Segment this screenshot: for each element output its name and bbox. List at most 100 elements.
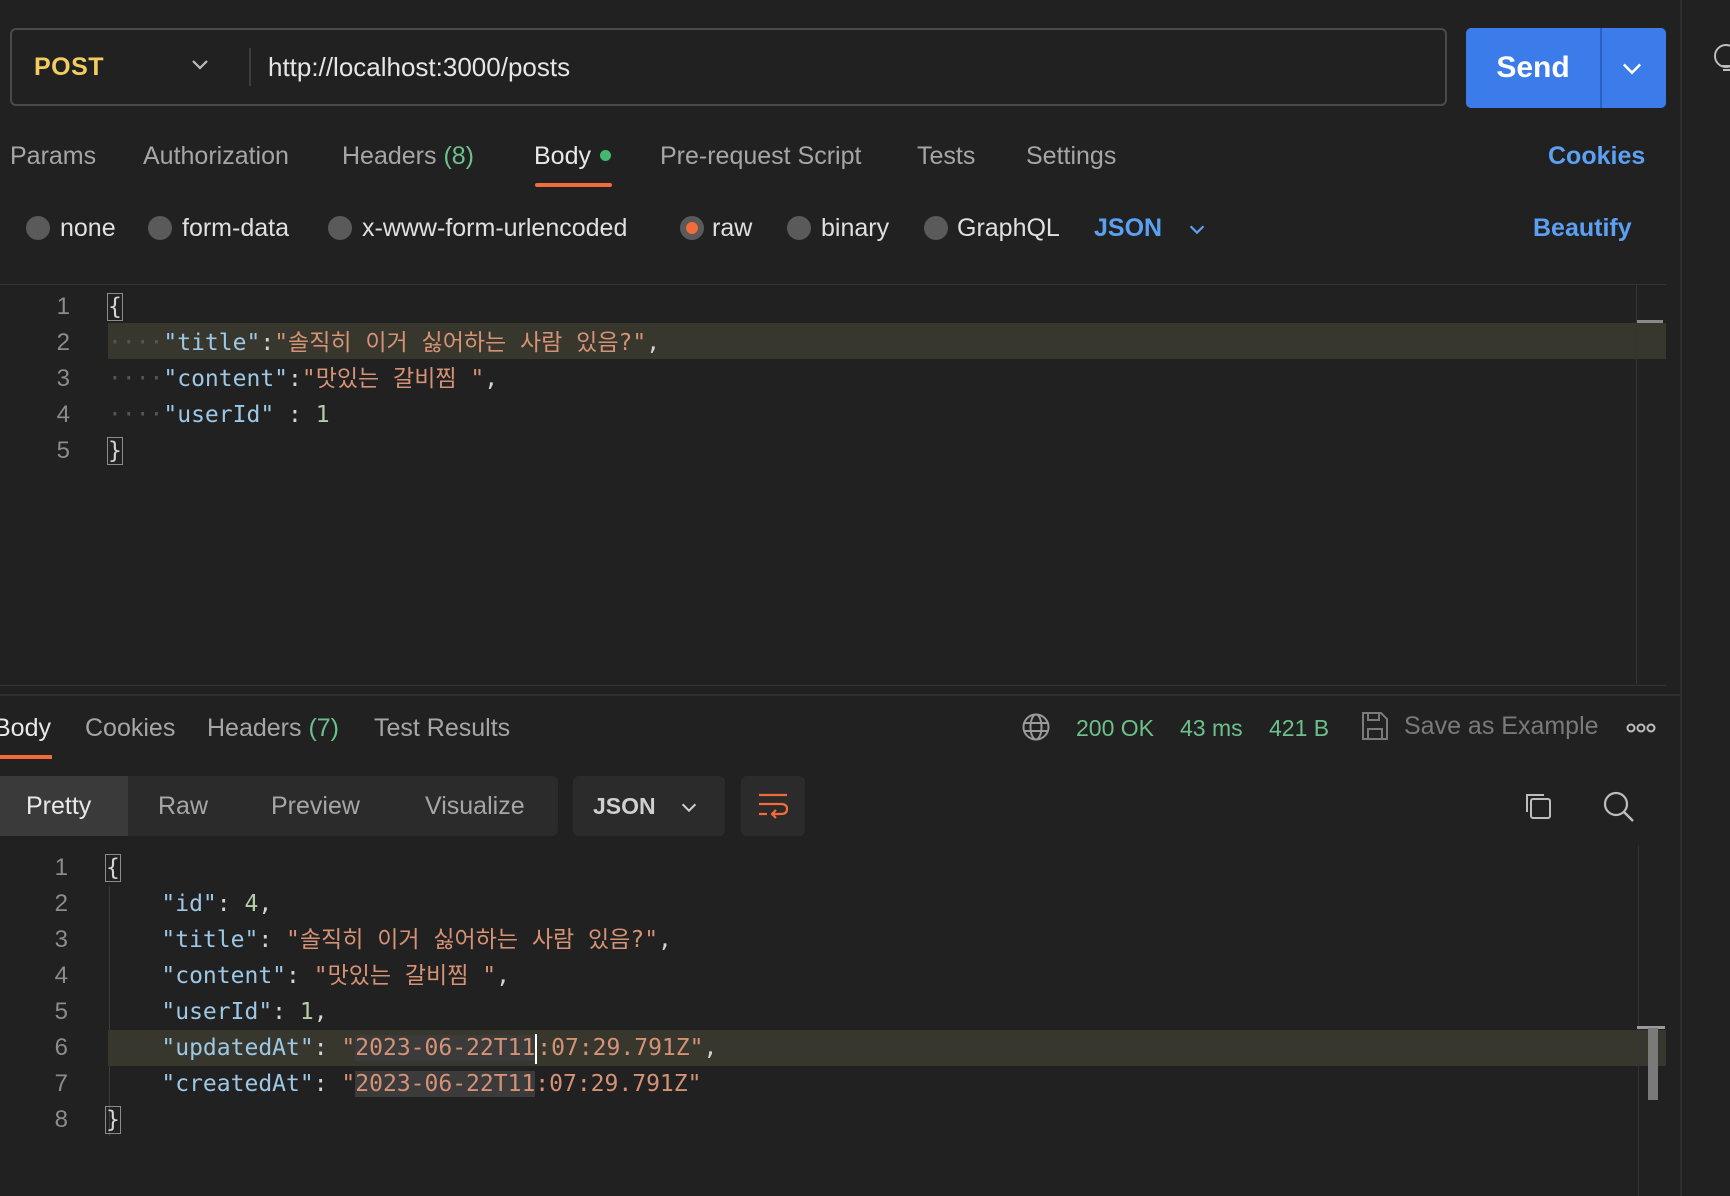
scrollbar-thumb[interactable]: [1648, 1028, 1658, 1100]
lightbulb-icon[interactable]: [1708, 40, 1730, 76]
json-key: "content": [163, 366, 289, 392]
json-number: 1: [299, 999, 314, 1025]
format-select[interactable]: JSON: [573, 776, 725, 836]
cookies-link[interactable]: Cookies: [1548, 138, 1645, 174]
tab-settings[interactable]: Settings: [1026, 138, 1116, 174]
tab-tests[interactable]: Tests: [917, 138, 975, 174]
json-number: 1: [315, 402, 330, 428]
wrap-lines-icon: [759, 793, 789, 819]
response-body-viewer[interactable]: 1 2 3 4 5 6 7 8 { "id": 4, "title": "솔직히…: [0, 846, 1666, 1196]
response-time[interactable]: 43 ms: [1180, 710, 1243, 746]
send-button[interactable]: Send: [1466, 28, 1666, 108]
code-line-1: {: [105, 850, 121, 886]
line-number: 1: [54, 854, 68, 881]
chevron-down-icon[interactable]: [188, 52, 212, 76]
json-string: "맛있는 갈비찜 ": [301, 366, 485, 392]
code-line-4: ····"userId" : 1: [108, 402, 330, 428]
url-input[interactable]: http://localhost:3000/posts: [268, 30, 570, 104]
json-key: "userId": [161, 999, 273, 1025]
json-string: :07:29.791Z": [537, 1035, 704, 1061]
save-icon[interactable]: [1360, 710, 1390, 742]
close-brace: }: [107, 437, 123, 465]
view-tab-pretty[interactable]: Pretty: [26, 776, 91, 836]
json-key: "userId": [163, 402, 275, 428]
scrollbar-track[interactable]: [1636, 284, 1637, 684]
save-as-example-button[interactable]: Save as Example: [1404, 708, 1599, 744]
line-number: 2: [54, 890, 68, 917]
radio-urlencoded[interactable]: [328, 216, 352, 240]
view-tab-preview[interactable]: Preview: [271, 776, 360, 836]
radio-graphql[interactable]: [924, 216, 948, 240]
sidebar-border: [1680, 0, 1682, 1196]
selected-text: 2023-06-22T11: [355, 1071, 536, 1097]
view-tab-raw[interactable]: Raw: [158, 776, 208, 836]
radio-raw-label[interactable]: raw: [712, 210, 752, 246]
radio-binary[interactable]: [787, 216, 811, 240]
chevron-down-icon: [681, 803, 697, 813]
code-line-4: "content": "맛있는 갈비찜 ",: [161, 963, 510, 989]
radio-raw[interactable]: [680, 216, 704, 240]
send-separator: [1600, 28, 1602, 108]
chevron-down-icon[interactable]: [1186, 218, 1208, 240]
code-line-3: "title": "솔직히 이거 싫어하는 사람 있음?",: [161, 927, 672, 953]
response-tab-cookies[interactable]: Cookies: [85, 710, 175, 746]
json-string: "솔직히 이거 싫어하는 사람 있음?": [274, 330, 647, 356]
scrollbar-thumb[interactable]: [1637, 320, 1663, 323]
radio-form-data-label[interactable]: form-data: [182, 210, 289, 246]
copy-icon[interactable]: [1522, 790, 1554, 822]
tab-pre-request-script[interactable]: Pre-request Script: [660, 138, 861, 174]
response-tab-headers-count: (7): [308, 714, 340, 742]
tab-params[interactable]: Params: [10, 138, 96, 174]
code-line-3: ····"content":"맛있는 갈비찜 ",: [108, 366, 499, 392]
more-options-icon[interactable]: [1626, 718, 1656, 738]
radio-none[interactable]: [26, 216, 50, 240]
line-number: 6: [54, 1034, 68, 1061]
request-body-editor[interactable]: 1 2 3 4 5 { ····"title":"솔직히 이거 싫어하는 사람 …: [0, 284, 1666, 686]
response-tab-headers-label: Headers: [207, 714, 302, 742]
line-number: 2: [56, 329, 70, 356]
status-code[interactable]: 200 OK: [1076, 710, 1154, 746]
wrap-lines-button[interactable]: [741, 776, 805, 836]
view-tab-visualize[interactable]: Visualize: [425, 776, 525, 836]
url-bar: POST http://localhost:3000/posts: [10, 28, 1447, 106]
method-select[interactable]: POST: [34, 30, 104, 104]
open-brace: {: [107, 293, 123, 321]
code-line-2: "id": 4,: [161, 891, 273, 917]
code-line-2: ····"title":"솔직히 이거 싫어하는 사람 있음?",: [108, 330, 661, 356]
radio-urlencoded-label[interactable]: x-www-form-urlencoded: [362, 210, 627, 246]
close-brace: }: [105, 1106, 121, 1134]
pane-divider[interactable]: [0, 694, 1680, 696]
line-number: 3: [56, 365, 70, 392]
json-string: "솔직히 이거 싫어하는 사람 있음?": [286, 927, 659, 953]
send-label[interactable]: Send: [1466, 28, 1600, 108]
language-select[interactable]: JSON: [1094, 210, 1162, 246]
response-tab-headers[interactable]: Headers (7): [207, 710, 339, 746]
open-brace: {: [105, 854, 121, 882]
search-icon[interactable]: [1602, 790, 1636, 824]
code-line-8: }: [105, 1102, 121, 1138]
radio-form-data[interactable]: [148, 216, 172, 240]
code-line-7: "createdAt": "2023-06-22T11:07:29.791Z": [161, 1071, 702, 1097]
tab-authorization[interactable]: Authorization: [143, 138, 289, 174]
beautify-button[interactable]: Beautify: [1533, 210, 1632, 246]
send-options-chevron-icon[interactable]: [1618, 54, 1646, 82]
tab-headers-count: (8): [443, 142, 475, 170]
line-number: 5: [54, 998, 68, 1025]
json-key: "title": [163, 330, 261, 356]
tab-headers[interactable]: Headers (8): [342, 138, 474, 174]
json-string: "맛있는 갈비찜 ": [313, 963, 497, 989]
scrollbar-track[interactable]: [1638, 846, 1639, 1196]
response-size[interactable]: 421 B: [1269, 710, 1329, 746]
json-key: "id": [161, 891, 217, 917]
radio-none-label[interactable]: none: [60, 210, 116, 246]
radio-binary-label[interactable]: binary: [821, 210, 889, 246]
json-string: :07:29.791Z": [535, 1071, 702, 1097]
line-number: 5: [56, 437, 70, 464]
response-tab-test-results[interactable]: Test Results: [374, 710, 510, 746]
line-number: 3: [54, 926, 68, 953]
tab-body[interactable]: Body: [534, 138, 591, 174]
response-tab-body[interactable]: Body: [0, 710, 51, 746]
code-line-5: }: [107, 433, 123, 469]
radio-graphql-label[interactable]: GraphQL: [957, 210, 1060, 246]
globe-icon[interactable]: [1021, 712, 1051, 742]
